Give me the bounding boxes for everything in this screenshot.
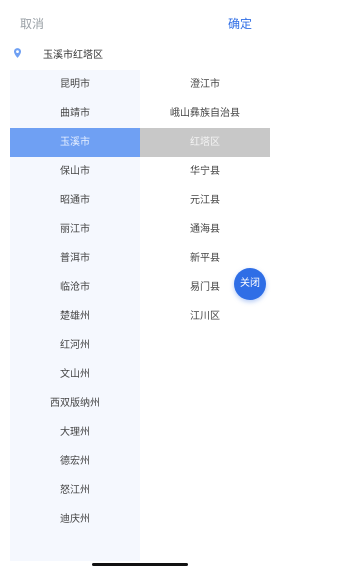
city-item[interactable]: 楚雄州 — [10, 302, 140, 331]
city-item[interactable]: 昆明市 — [10, 70, 140, 99]
city-item[interactable]: 西双版纳州 — [10, 389, 140, 418]
city-item[interactable]: 大理州 — [10, 418, 140, 447]
region-picker-screen: 取消 确定 玉溪市红塔区 昆明市 曲靖市 玉溪市 保山市 昭通市 丽江市 普洱市… — [0, 0, 340, 577]
city-item[interactable]: 曲靖市 — [10, 99, 140, 128]
district-item[interactable]: 元江县 — [140, 186, 270, 215]
home-indicator — [92, 563, 188, 566]
confirm-button[interactable]: 确定 — [228, 15, 252, 32]
cancel-button[interactable]: 取消 — [20, 15, 44, 32]
current-location: 玉溪市红塔区 — [14, 44, 103, 62]
city-item[interactable]: 临沧市 — [10, 273, 140, 302]
city-item[interactable]: 文山州 — [10, 360, 140, 389]
district-item[interactable]: 通海县 — [140, 215, 270, 244]
picker-header: 取消 确定 — [0, 0, 340, 46]
city-item[interactable]: 红河州 — [10, 331, 140, 360]
city-item[interactable]: 德宏州 — [10, 447, 140, 476]
district-item[interactable]: 澄江市 — [140, 70, 270, 99]
district-list[interactable]: 澄江市 峨山彝族自治县 红塔区 华宁县 元江县 通海县 新平县 易门县 江川区 — [140, 70, 270, 561]
city-item[interactable]: 普洱市 — [10, 244, 140, 273]
city-item[interactable]: 昭通市 — [10, 186, 140, 215]
district-item[interactable]: 江川区 — [140, 302, 270, 331]
location-pin-icon — [14, 48, 21, 58]
city-item[interactable]: 迪庆州 — [10, 505, 140, 534]
district-item[interactable]: 华宁县 — [140, 157, 270, 186]
city-item[interactable]: 丽江市 — [10, 215, 140, 244]
city-item-selected[interactable]: 玉溪市 — [10, 128, 140, 157]
district-item-selected[interactable]: 红塔区 — [140, 128, 270, 157]
city-item[interactable]: 保山市 — [10, 157, 140, 186]
city-list[interactable]: 昆明市 曲靖市 玉溪市 保山市 昭通市 丽江市 普洱市 临沧市 楚雄州 红河州 … — [10, 70, 140, 561]
city-item[interactable]: 怒江州 — [10, 476, 140, 505]
close-button[interactable]: 关闭 — [234, 268, 266, 300]
district-item[interactable]: 峨山彝族自治县 — [140, 99, 270, 128]
current-location-text: 玉溪市红塔区 — [43, 49, 103, 61]
